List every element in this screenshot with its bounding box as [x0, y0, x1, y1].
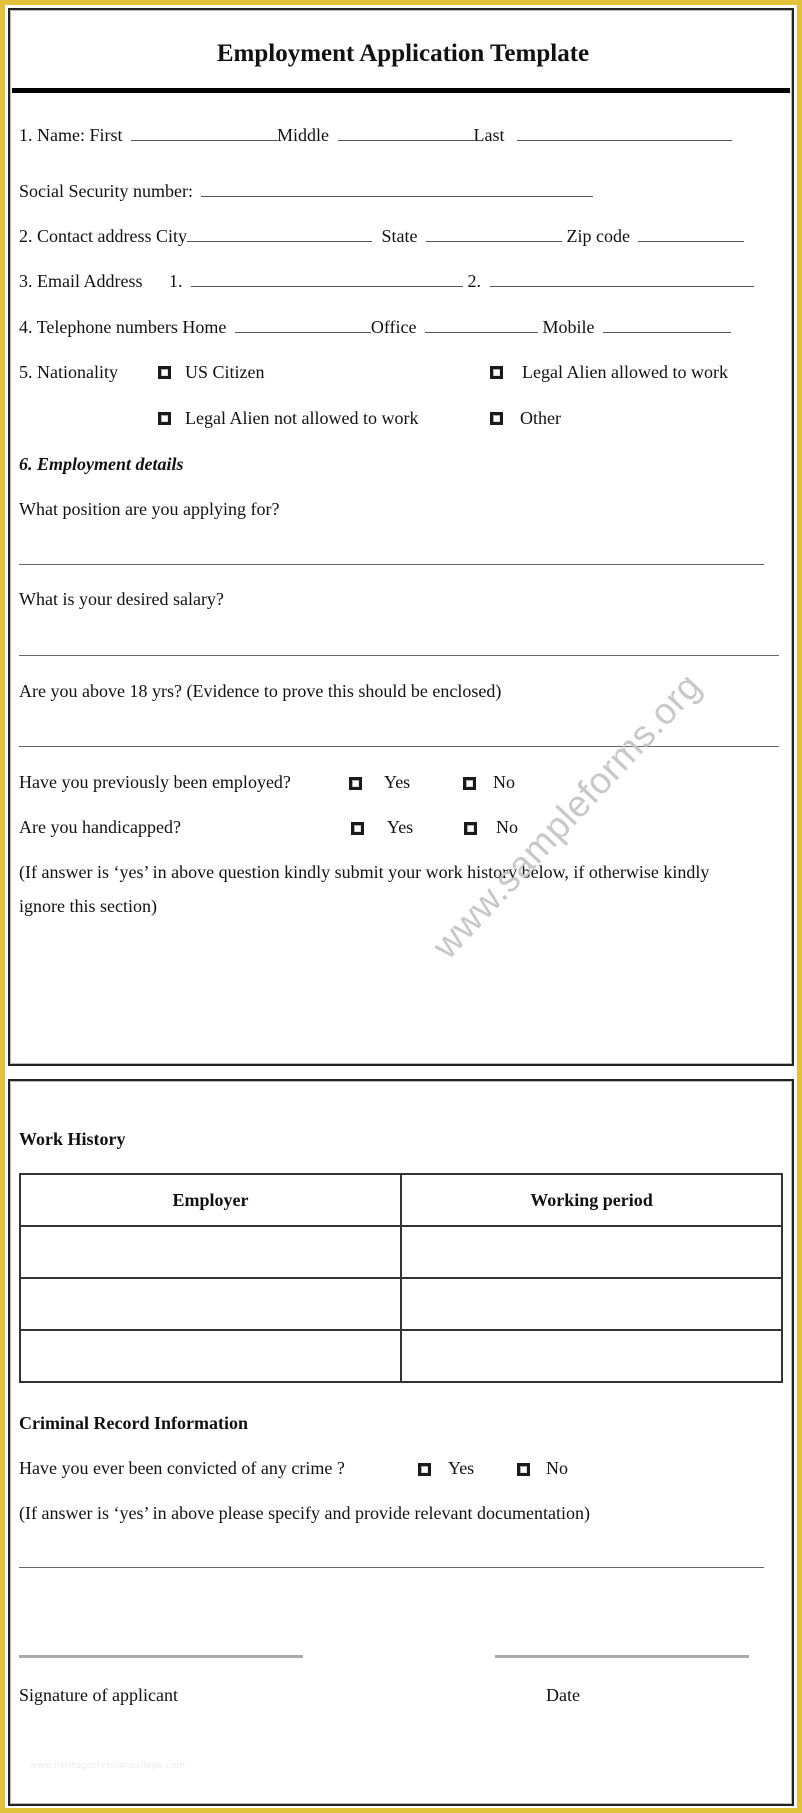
handicapped-no-checkbox[interactable] — [464, 822, 477, 835]
legal-alien-allowed-checkbox[interactable] — [490, 366, 503, 379]
title-divider — [12, 88, 790, 93]
mobile-label: Mobile — [542, 317, 595, 337]
work-history-note-line-1: (If answer is ‘yes’ in above question ki… — [19, 862, 710, 882]
state-field[interactable] — [425, 225, 562, 242]
previously-employed-no-label: No — [493, 772, 515, 792]
employer-cell[interactable] — [19, 1277, 402, 1331]
working-period-cell[interactable] — [400, 1225, 783, 1279]
form-page-section-1: Employment Application Template 1. Name:… — [8, 8, 794, 1066]
office-label: Office — [370, 317, 417, 337]
footer-watermark-text: www.heritagechristiancollege.com — [30, 1761, 185, 1771]
date-line[interactable] — [495, 1655, 749, 1658]
last-name-field[interactable] — [517, 124, 732, 141]
work-history-note-line-2: ignore this section) — [19, 896, 157, 916]
signature-line[interactable] — [19, 1655, 303, 1658]
employer-column-header: Employer — [19, 1173, 402, 1227]
name-last-label: Last — [473, 125, 505, 145]
us-citizen-checkbox[interactable] — [158, 366, 171, 379]
position-question: What position are you applying for? — [19, 499, 280, 519]
position-answer-line[interactable] — [19, 564, 764, 565]
city-field[interactable] — [186, 225, 372, 242]
table-row — [19, 1225, 783, 1279]
date-label: Date — [546, 1685, 580, 1705]
page-title: Employment Application Template — [216, 40, 590, 67]
criminal-note: (If answer is ‘yes’ in above please spec… — [19, 1503, 590, 1523]
name-middle-label: Middle — [277, 125, 329, 145]
convicted-question: Have you ever been convicted of any crim… — [19, 1458, 345, 1478]
age-question: Are you above 18 yrs? (Evidence to prove… — [19, 681, 502, 701]
signature-label: Signature of applicant — [19, 1685, 178, 1705]
working-period-column-header: Working period — [400, 1173, 783, 1227]
zip-label: Zip code — [566, 226, 630, 246]
legal-alien-not-allowed-checkbox[interactable] — [158, 412, 171, 425]
previously-employed-yes-checkbox[interactable] — [349, 777, 362, 790]
name-first-label: 1. Name: First — [19, 125, 123, 145]
email-2-label: 2. — [467, 271, 482, 291]
convicted-no-checkbox[interactable] — [517, 1463, 530, 1476]
phone-home-label: 4. Telephone numbers Home — [19, 317, 227, 337]
handicapped-no-label: No — [496, 817, 518, 837]
legal-alien-allowed-label: Legal Alien allowed to work — [522, 362, 728, 382]
email-1-label: 1. — [169, 271, 183, 291]
convicted-yes-label: Yes — [448, 1458, 475, 1478]
email-1-field[interactable] — [191, 270, 463, 287]
first-name-field[interactable] — [131, 124, 277, 141]
state-label: State — [381, 226, 418, 246]
office-phone-field[interactable] — [425, 316, 539, 333]
ssn-label: Social Security number: — [19, 181, 193, 201]
handicapped-question: Are you handicapped? — [19, 817, 181, 837]
us-citizen-label: US Citizen — [185, 362, 265, 382]
table-header-row: Employer Working period — [19, 1173, 783, 1227]
mobile-phone-field[interactable] — [603, 316, 732, 333]
age-answer-line[interactable] — [19, 746, 779, 747]
email-2-field[interactable] — [489, 270, 754, 287]
criminal-record-heading: Criminal Record Information — [19, 1413, 248, 1433]
working-period-cell[interactable] — [400, 1329, 783, 1383]
employer-cell[interactable] — [19, 1225, 402, 1279]
work-history-heading: Work History — [19, 1129, 126, 1149]
home-phone-field[interactable] — [234, 316, 371, 333]
other-checkbox[interactable] — [490, 412, 503, 425]
table-row — [19, 1277, 783, 1331]
convicted-yes-checkbox[interactable] — [418, 1463, 431, 1476]
handicapped-yes-label: Yes — [387, 817, 414, 837]
employer-cell[interactable] — [19, 1329, 402, 1383]
table-row — [19, 1329, 783, 1383]
salary-question: What is your desired salary? — [19, 589, 224, 609]
working-period-cell[interactable] — [400, 1277, 783, 1331]
legal-alien-not-allowed-label: Legal Alien not allowed to work — [185, 408, 419, 428]
zip-field[interactable] — [638, 225, 745, 242]
ssn-field[interactable] — [201, 180, 594, 197]
previously-employed-no-checkbox[interactable] — [463, 777, 476, 790]
convicted-no-label: No — [546, 1458, 568, 1478]
middle-name-field[interactable] — [337, 124, 474, 141]
name-row: 1. Name: First Middle Last — [19, 124, 732, 146]
email-label: 3. Email Address — [19, 271, 143, 291]
handicapped-yes-checkbox[interactable] — [351, 822, 364, 835]
phone-row: 4. Telephone numbers Home Office Mobile — [19, 316, 732, 338]
salary-answer-line[interactable] — [19, 655, 779, 656]
other-label: Other — [520, 408, 561, 428]
work-history-table: Employer Working period — [19, 1173, 783, 1383]
nationality-label: 5. Nationality — [19, 362, 118, 382]
previously-employed-yes-label: Yes — [384, 772, 411, 792]
employment-details-heading: 6. Employment details — [19, 454, 184, 474]
email-row: 3. Email Address 1. 2. — [19, 270, 754, 292]
contact-city-label: 2. Contact address City — [19, 226, 187, 246]
previously-employed-question: Have you previously been employed? — [19, 772, 291, 792]
form-page-section-2: Work History Employer Working period Cri… — [8, 1079, 794, 1806]
contact-row: 2. Contact address City State Zip code — [19, 225, 745, 247]
ssn-row: Social Security number: — [19, 180, 594, 202]
criminal-details-line[interactable] — [19, 1567, 764, 1568]
